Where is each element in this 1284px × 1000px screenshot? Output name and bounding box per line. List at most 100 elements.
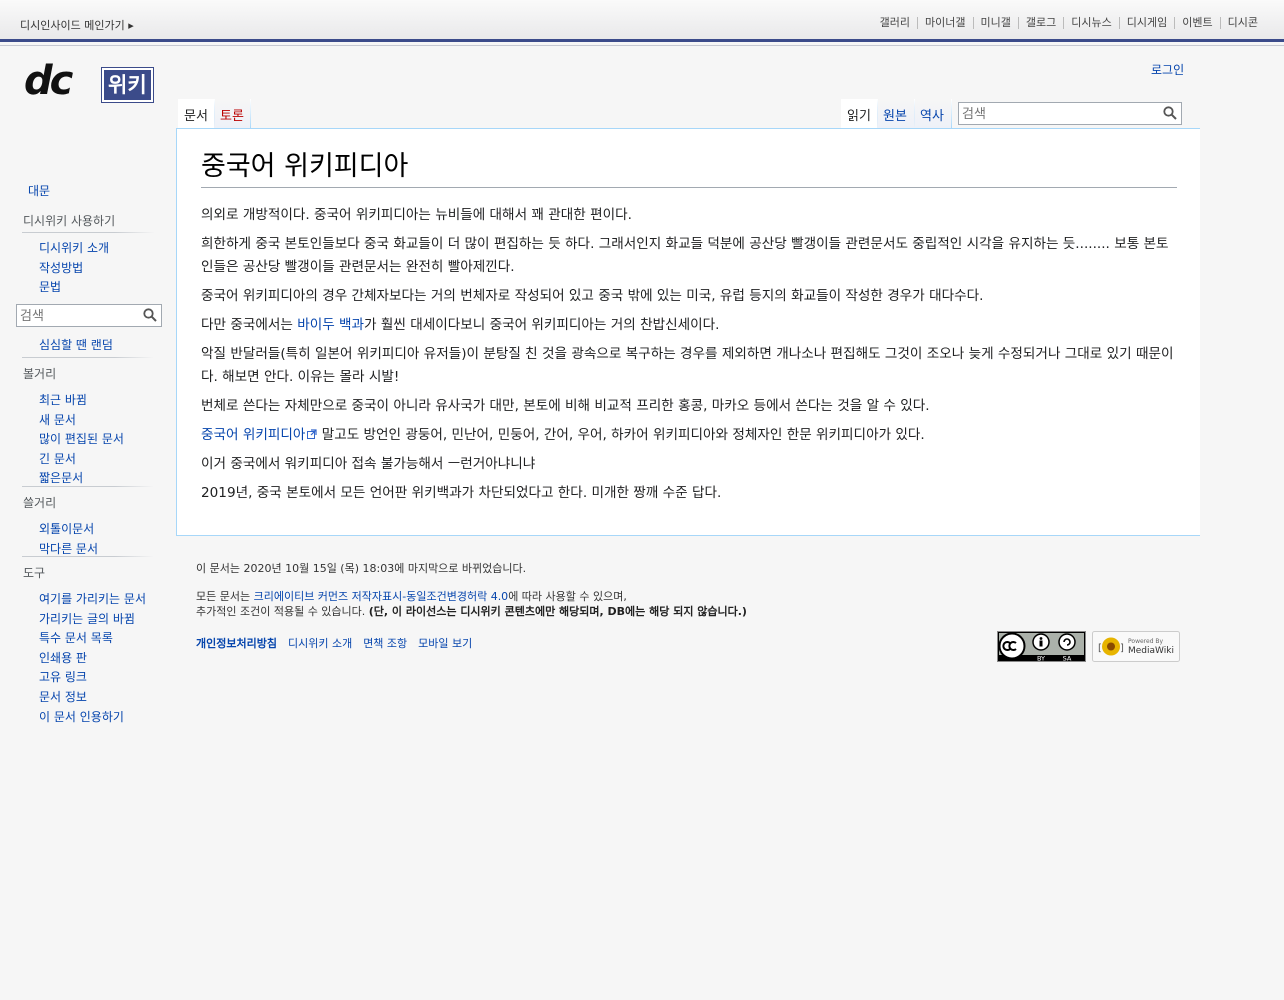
- sidebar-item-most-edited[interactable]: 많이 편집된 문서: [39, 432, 124, 446]
- cc-badge-label: SA: [1063, 655, 1072, 663]
- tab-document[interactable]: 문서: [178, 99, 214, 128]
- article-content: 중국어 위키피디아 의외로 개방적이다. 중국어 위키피디아는 뉴비들에 대해서…: [176, 128, 1200, 536]
- footer-license: 모든 문서는 크리에이티브 커먼즈 저작자표시-동일조건변경허락 4.0에 따라…: [196, 589, 1180, 605]
- external-link-text: 중국어 위키피디아: [201, 427, 306, 443]
- topbar-link-event[interactable]: 이벤트: [1174, 17, 1219, 29]
- paragraph: 악질 반달러들(특히 일본어 위키피디아 유저들)이 분탕질 친 것을 광속으로…: [201, 346, 1174, 385]
- sidebar-item-short-pages[interactable]: 짧은문서: [39, 471, 83, 485]
- paragraph: 희한하게 중국 본토인들보다 중국 화교들이 더 많이 편집하는 듯 하다. 그…: [201, 236, 1169, 275]
- sidebar-item-cite[interactable]: 이 문서 인용하기: [39, 710, 124, 724]
- sidebar-section-junk: 쓸거리 외톨이문서 막다른 문서: [22, 494, 154, 559]
- footer-license-note: (단, 이 라이선스는 디시위키 콘텐츠에만 해당되며, DB에는 해당 되지 …: [368, 605, 747, 618]
- tab-view-source[interactable]: 원본: [877, 99, 914, 128]
- sidebar-divider: [22, 357, 154, 358]
- sidebar-section-usage: 디시위키 사용하기 디시위키 소개 작성방법 문법: [22, 212, 154, 298]
- topbar-link-mini-gallery[interactable]: 미니갤: [972, 17, 1018, 29]
- header-search-box: [958, 102, 1182, 125]
- topbar-link-dccon[interactable]: 디시콘: [1219, 17, 1258, 29]
- sidebar-divider: [22, 486, 154, 487]
- sidebar-divider: [22, 556, 154, 557]
- sidebar-item-page-info[interactable]: 문서 정보: [39, 690, 87, 704]
- footer-license-link[interactable]: 크리에이티브 커먼즈 저작자표시-동일조건변경허락 4.0: [254, 590, 509, 603]
- sidebar-section-tools: 도구 여기를 가리키는 문서 가리키는 글의 바뀜 특수 문서 목록 인쇄용 판…: [22, 564, 154, 727]
- paragraph: 번체로 쓴다는 자체만으로 중국이 아니라 유사국가 대만, 본토에 비해 비교…: [201, 398, 930, 414]
- search-icon[interactable]: [143, 308, 157, 322]
- paragraph: 의외로 개방적이다. 중국어 위키피디아는 뉴비들에 대해서 꽤 관대한 편이다…: [201, 207, 632, 223]
- dc-home-link[interactable]: 디시인사이드 메인가기 ▸: [20, 17, 134, 33]
- paragraph: 2019년, 중국 본토에서 모든 언어판 위키백과가 차단되었다고 한다. 미…: [201, 485, 722, 501]
- topbar-link-dcnews[interactable]: 디시뉴스: [1063, 17, 1118, 29]
- topbar-link-minor-gallery[interactable]: 마이너갤: [917, 17, 972, 29]
- footer-link-about[interactable]: 디시위키 소개: [288, 635, 352, 651]
- tab-read[interactable]: 읽기: [841, 99, 877, 128]
- logo-wiki-text: 위키: [102, 68, 153, 102]
- header-search-input[interactable]: [962, 107, 1152, 122]
- topbar-link-gallog[interactable]: 갤로그: [1017, 17, 1063, 29]
- paragraph: 이거 중국에서 워키피디아 접속 불가능해서 ㅡ런거아냐니냐: [201, 456, 536, 472]
- tab-talk[interactable]: 토론: [214, 99, 250, 128]
- topbar-link-dcgame[interactable]: 디시게임: [1118, 17, 1174, 29]
- paragraph: 다만 중국에서는 바이두 백과가 훨씬 대세이다보니 중국어 위키피디아는 거의…: [201, 314, 1177, 337]
- cc-badge-label: BY: [1037, 655, 1045, 663]
- footer-license-text: 에 따라 사용할 수 있으며,: [508, 589, 627, 603]
- dc-topbar: 디시인사이드 메인가기 ▸ 갤러리 마이너갤 미니갤 갤로그 디시뉴스 디시게임…: [0, 0, 1284, 42]
- sidebar-item-main-page[interactable]: 대문: [28, 182, 50, 199]
- footer-info: 이 문서는 2020년 10월 15일 (목) 18:03에 마지막으로 바뀌었…: [196, 561, 1180, 620]
- cc-by-sa-badge-icon[interactable]: BY SA: [997, 631, 1086, 662]
- sidebar-item-how-to-write[interactable]: 작성방법: [39, 261, 83, 275]
- footer-link-mobile[interactable]: 모바일 보기: [418, 635, 472, 651]
- tab-history[interactable]: 역사: [914, 99, 951, 128]
- topbar-divider: [0, 45, 1284, 46]
- sidebar-search-input[interactable]: [20, 309, 140, 324]
- sidebar-item-new-pages[interactable]: 새 문서: [39, 413, 76, 427]
- sidebar-item-special-pages[interactable]: 특수 문서 목록: [39, 631, 113, 645]
- sidebar-item-related-changes[interactable]: 가리키는 글의 바뀜: [39, 612, 135, 626]
- sidebar-item-about[interactable]: 디시위키 소개: [39, 241, 109, 255]
- paragraph-text: 말고도 방언인 광둥어, 민난어, 민둥어, 간어, 우어, 하카어 위키피디아…: [317, 427, 925, 443]
- sidebar-item-permalink[interactable]: 고유 링크: [39, 670, 87, 684]
- footer-license-text: 추가적인 조건이 적용될 수 있습니다.: [196, 605, 369, 618]
- sidebar-item-printable[interactable]: 인쇄용 판: [39, 651, 87, 665]
- sidebar-item-long-pages[interactable]: 긴 문서: [39, 452, 76, 466]
- paragraph: 중국어 위키피디아의 경우 간체자보다는 거의 번체자로 작성되어 있고 중국 …: [201, 288, 984, 304]
- article-body: 의외로 개방적이다. 중국어 위키피디아는 뉴비들에 대해서 꽤 관대한 편이다…: [201, 204, 1177, 511]
- search-icon[interactable]: [1163, 106, 1177, 120]
- page-title: 중국어 위키피디아: [201, 149, 1177, 188]
- tab-separator: [951, 99, 952, 129]
- chinese-wikipedia-external-link[interactable]: 중국어 위키피디아: [201, 427, 317, 443]
- login-link[interactable]: 로그인: [1151, 61, 1184, 78]
- paragraph-text: 가 훨씬 대세이다보니 중국어 위키피디아는 거의 찬밥신세이다.: [364, 317, 720, 333]
- sidebar-item-recent-changes[interactable]: 최근 바뀜: [39, 393, 87, 407]
- footer-link-disclaimer[interactable]: 면책 조항: [363, 635, 407, 651]
- mediawiki-badge-icon[interactable]: [ ] Powered By MediaWiki: [1092, 631, 1180, 662]
- sidebar-section-browse: 볼거리 최근 바뀜 새 문서 많이 편집된 문서 긴 문서 짧은문서: [22, 365, 154, 489]
- baidu-baike-link[interactable]: 바이두 백과: [297, 317, 364, 333]
- footer-license-2: 추가적인 조건이 적용될 수 있습니다. (단, 이 라이선스는 디시위키 콘텐…: [196, 604, 1180, 620]
- mw-badge-top: Powered By: [1128, 638, 1164, 645]
- paragraph: 중국어 위키피디아 말고도 방언인 광둥어, 민난어, 민둥어, 간어, 우어,…: [201, 424, 1177, 447]
- dcwiki-logo[interactable]: dc 위키: [24, 58, 154, 104]
- sidebar-item-orphaned-pages[interactable]: 외톨이문서: [39, 522, 94, 536]
- external-link-icon: [307, 429, 317, 439]
- tab-separator: [250, 99, 251, 129]
- paragraph-text: 다만 중국에서는: [201, 317, 298, 333]
- mw-badge-bottom: MediaWiki: [1128, 646, 1174, 656]
- sidebar-section-title: 볼거리: [23, 367, 57, 381]
- svg-text:]: ]: [1120, 643, 1124, 654]
- logo-dc-text: dc: [24, 58, 73, 104]
- sidebar-section-title: 도구: [23, 566, 46, 580]
- sidebar-item-syntax[interactable]: 문법: [39, 280, 61, 294]
- sidebar-item-what-links-here[interactable]: 여기를 가리키는 문서: [39, 592, 146, 606]
- sidebar-item-dead-end-pages[interactable]: 막다른 문서: [39, 542, 98, 556]
- sidebar-section-title: 쓸거리: [23, 496, 57, 510]
- sidebar-search-box: [16, 304, 162, 327]
- sidebar-section-title: 디시위키 사용하기: [22, 212, 154, 233]
- footer-lastmod: 이 문서는 2020년 10월 15일 (목) 18:03에 마지막으로 바뀌었…: [196, 562, 527, 575]
- footer-places: 개인정보처리방침 디시위키 소개 면책 조항 모바일 보기: [196, 635, 472, 651]
- sidebar-item-random[interactable]: 심심할 땐 랜덤: [39, 336, 113, 353]
- topbar-link-gallery[interactable]: 갤러리: [873, 17, 917, 29]
- svg-text:[: [: [1098, 643, 1102, 654]
- footer-license-text: 모든 문서는: [196, 589, 254, 603]
- footer-link-privacy[interactable]: 개인정보처리방침: [196, 635, 277, 651]
- topbar-links: 갤러리 마이너갤 미니갤 갤로그 디시뉴스 디시게임 이벤트 디시콘: [873, 17, 1258, 29]
